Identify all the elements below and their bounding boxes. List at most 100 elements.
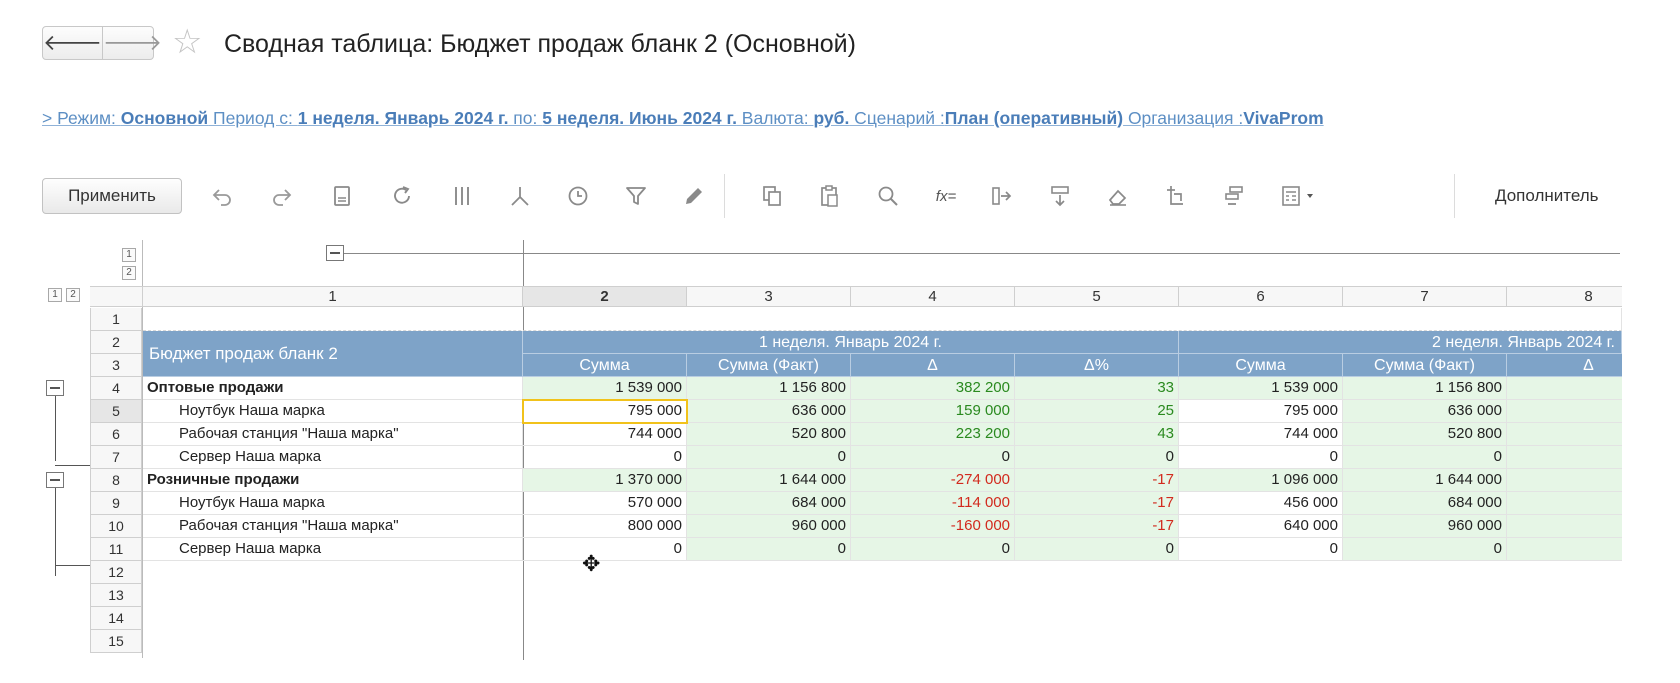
data-cell[interactable]: 382 200 xyxy=(851,377,1015,400)
data-cell[interactable]: 636 000 xyxy=(1343,400,1507,423)
row-header[interactable]: 14 xyxy=(90,607,142,630)
row-header[interactable]: 6 xyxy=(90,423,142,446)
data-cell[interactable]: 0 xyxy=(851,538,1015,561)
data-cell[interactable]: 0 xyxy=(1179,538,1343,561)
data-cell[interactable]: 0 xyxy=(851,446,1015,469)
data-cell[interactable]: 159 xyxy=(1507,400,1622,423)
row-header[interactable]: 7 xyxy=(90,446,142,469)
period-header: 1 неделя. Январь 2024 г. xyxy=(523,331,1179,354)
data-cell[interactable]: 960 000 xyxy=(1343,515,1507,538)
column-header[interactable]: 4 xyxy=(851,286,1015,307)
row-header[interactable]: 4 xyxy=(90,377,142,400)
row-header[interactable]: 12 xyxy=(90,561,142,584)
row-group-collapse-button[interactable] xyxy=(46,380,64,396)
data-cell[interactable]: -320 xyxy=(1507,515,1622,538)
data-cell[interactable]: 1 644 000 xyxy=(1343,469,1507,492)
column-header[interactable]: 2 xyxy=(523,286,687,307)
data-cell[interactable]: 1 156 800 xyxy=(687,377,851,400)
row-header[interactable]: 3 xyxy=(90,354,142,377)
data-cell[interactable]: -114 000 xyxy=(851,492,1015,515)
data-cell[interactable]: 520 800 xyxy=(687,423,851,446)
column-header[interactable]: 3 xyxy=(687,286,851,307)
data-cell[interactable]: 0 xyxy=(523,538,687,561)
item-row-label[interactable]: Рабочая станция "Наша марка" xyxy=(143,515,523,538)
data-cell[interactable]: -274 000 xyxy=(851,469,1015,492)
group-row-label[interactable]: Розничные продажи xyxy=(143,469,523,492)
item-row-label[interactable]: Рабочая станция "Наша марка" xyxy=(143,423,523,446)
data-cell[interactable]: 0 xyxy=(523,446,687,469)
row-header[interactable]: 9 xyxy=(90,492,142,515)
data-cell[interactable]: -17 xyxy=(1015,469,1179,492)
row-group-collapse-button[interactable] xyxy=(46,472,64,488)
data-cell[interactable]: 1 096 000 xyxy=(1179,469,1343,492)
column-header[interactable]: 8 xyxy=(1507,286,1622,307)
data-cell[interactable]: -548 xyxy=(1507,469,1622,492)
data-cell[interactable]: 800 000 xyxy=(523,515,687,538)
data-cell[interactable]: 382 xyxy=(1507,377,1622,400)
data-cell[interactable]: 570 000 xyxy=(523,492,687,515)
column-header[interactable]: 7 xyxy=(1343,286,1507,307)
data-cell[interactable] xyxy=(1507,538,1622,561)
data-cell[interactable]: 795 000 xyxy=(1179,400,1343,423)
data-cell[interactable]: 0 xyxy=(1179,446,1343,469)
data-cell[interactable]: 33 xyxy=(1015,377,1179,400)
data-cell[interactable]: 456 000 xyxy=(1179,492,1343,515)
data-cell[interactable]: 159 000 xyxy=(851,400,1015,423)
measure-header: Δ xyxy=(1507,354,1622,377)
data-cell[interactable]: 684 000 xyxy=(1343,492,1507,515)
row-header[interactable]: 10 xyxy=(90,515,142,538)
data-cell[interactable]: 744 000 xyxy=(523,423,687,446)
row-level-button[interactable]: 2 xyxy=(122,266,136,280)
data-cell[interactable]: 25 xyxy=(1015,400,1179,423)
column-group-collapse-button[interactable] xyxy=(326,245,344,261)
row-header[interactable]: 5 xyxy=(90,400,142,423)
item-row-label[interactable]: Ноутбук Наша марка xyxy=(143,400,523,423)
data-cell[interactable]: 1 370 000 xyxy=(523,469,687,492)
measure-header: Δ xyxy=(851,354,1015,377)
row-header[interactable]: 15 xyxy=(90,630,142,653)
data-cell[interactable]: 0 xyxy=(687,446,851,469)
data-cell[interactable]: 1 539 000 xyxy=(1179,377,1343,400)
data-cell[interactable]: 43 xyxy=(1015,423,1179,446)
group-row-label[interactable]: Оптовые продажи xyxy=(143,377,523,400)
spreadsheet[interactable]: 1 2 1 2 1 2 3 4 5 6 7 8 1 2 3 4 5 6 7 8 9 10 11 12 13 14 15 Бюд… xyxy=(0,0,1622,683)
data-cell[interactable]: 960 000 xyxy=(687,515,851,538)
data-cell[interactable]: 520 800 xyxy=(1343,423,1507,446)
data-cell[interactable]: -17 xyxy=(1015,515,1179,538)
row-group-line xyxy=(55,565,90,566)
col-level-button[interactable]: 2 xyxy=(66,288,80,302)
data-cell[interactable]: 636 000 xyxy=(687,400,851,423)
column-header[interactable]: 5 xyxy=(1015,286,1179,307)
item-row-label[interactable]: Ноутбук Наша марка xyxy=(143,492,523,515)
data-cell[interactable]: 1 539 000 xyxy=(523,377,687,400)
col-level-button[interactable]: 1 xyxy=(48,288,62,302)
data-cell[interactable] xyxy=(1507,446,1622,469)
data-cell[interactable]: 0 xyxy=(1343,538,1507,561)
column-header[interactable]: 1 xyxy=(143,286,523,307)
row-header[interactable]: 8 xyxy=(90,469,142,492)
data-cell[interactable]: 0 xyxy=(1015,538,1179,561)
column-header[interactable]: 6 xyxy=(1179,286,1343,307)
row-level-button[interactable]: 1 xyxy=(122,248,136,262)
data-cell[interactable]: 795 000 xyxy=(523,400,687,423)
data-cell[interactable]: 1 644 000 xyxy=(687,469,851,492)
row-header[interactable]: 1 xyxy=(90,308,142,331)
data-cell[interactable]: 744 000 xyxy=(1179,423,1343,446)
item-row-label[interactable]: Сервер Наша марка xyxy=(143,538,523,561)
data-cell[interactable]: 0 xyxy=(1015,446,1179,469)
column-group-line xyxy=(344,253,1620,254)
data-cell[interactable]: -228 xyxy=(1507,492,1622,515)
data-cell[interactable]: 223 200 xyxy=(851,423,1015,446)
item-row-label[interactable]: Сервер Наша марка xyxy=(143,446,523,469)
row-header[interactable]: 13 xyxy=(90,584,142,607)
data-cell[interactable]: 0 xyxy=(687,538,851,561)
data-cell[interactable]: 684 000 xyxy=(687,492,851,515)
data-cell[interactable]: 223 xyxy=(1507,423,1622,446)
data-cell[interactable]: 640 000 xyxy=(1179,515,1343,538)
row-header[interactable]: 2 xyxy=(90,331,142,354)
data-cell[interactable]: -160 000 xyxy=(851,515,1015,538)
data-cell[interactable]: -17 xyxy=(1015,492,1179,515)
row-header[interactable]: 11 xyxy=(90,538,142,561)
data-cell[interactable]: 1 156 800 xyxy=(1343,377,1507,400)
data-cell[interactable]: 0 xyxy=(1343,446,1507,469)
